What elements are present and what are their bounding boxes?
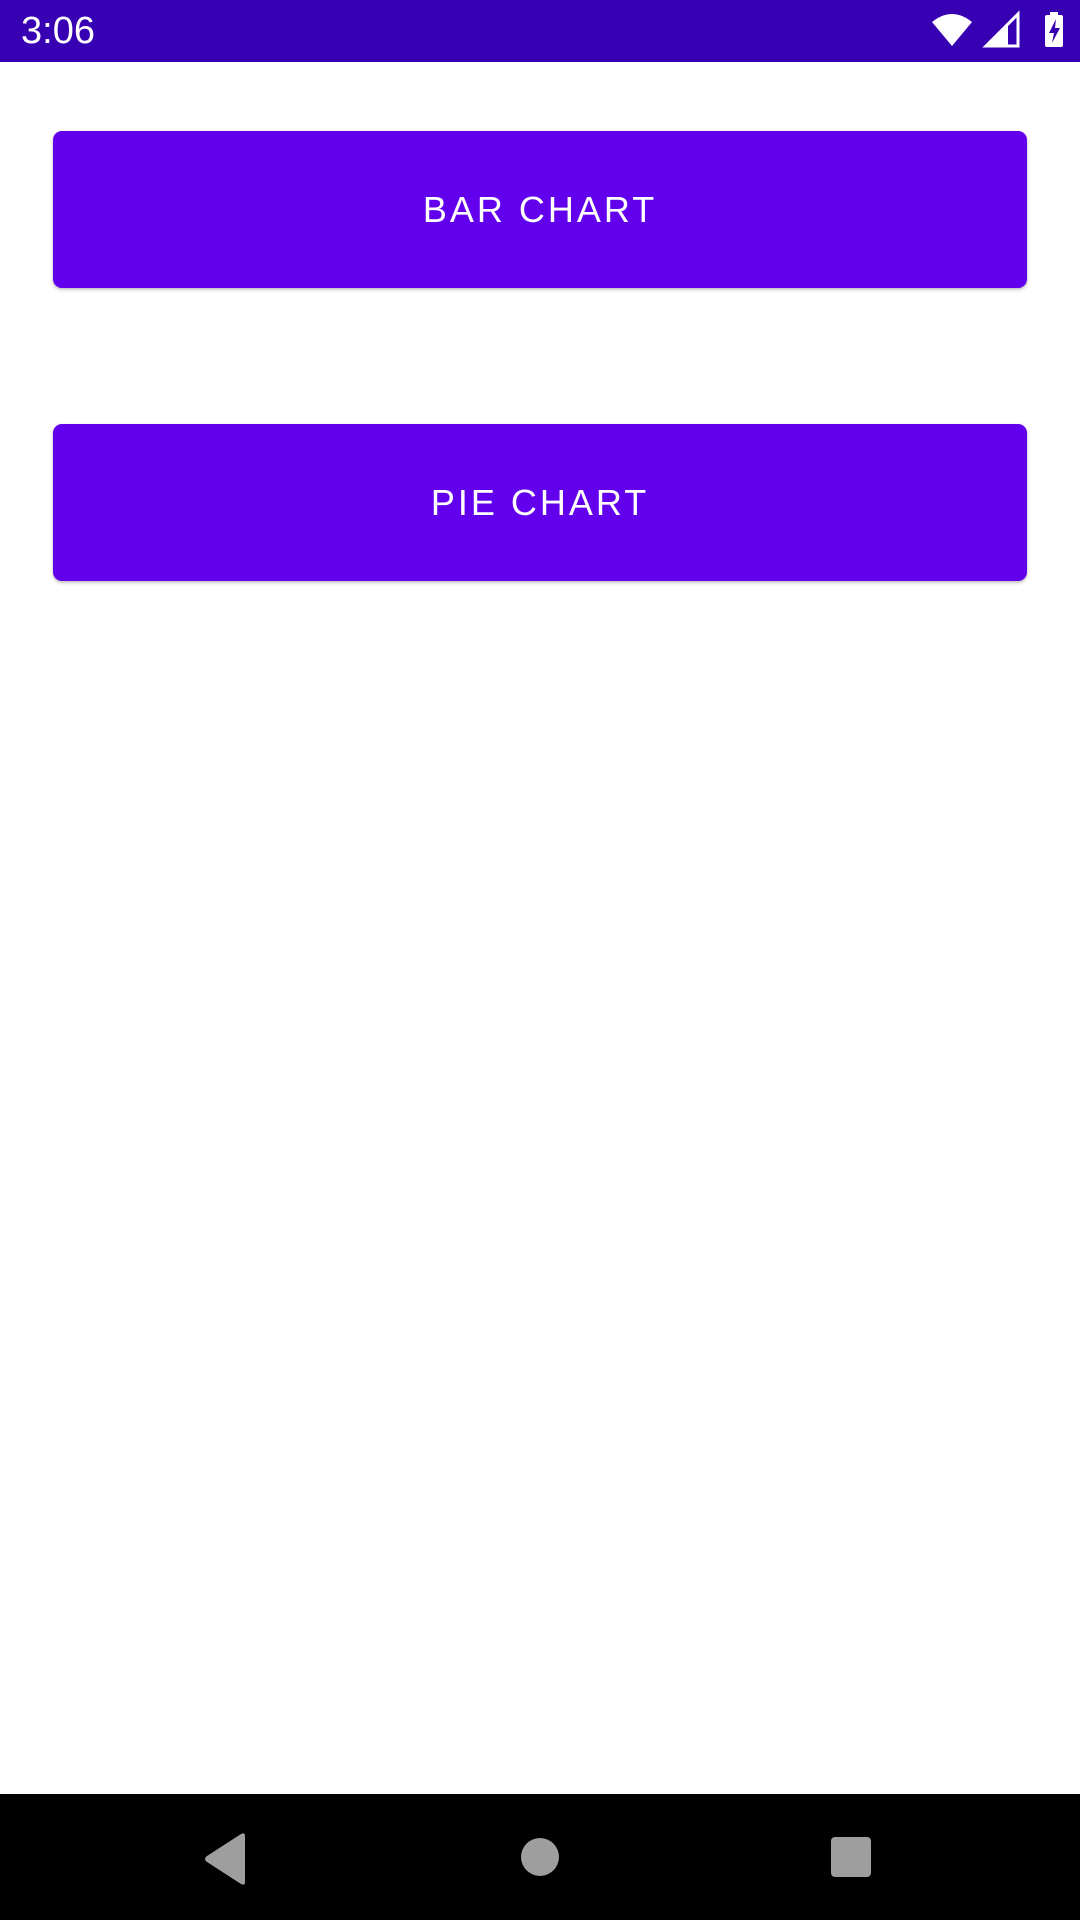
- main-content: BAR CHART PIE CHART: [0, 62, 1080, 1794]
- status-icons: [930, 0, 1080, 62]
- home-icon: [521, 1838, 559, 1876]
- navigation-bar: [0, 1794, 1080, 1920]
- status-time: 3:06: [21, 10, 95, 52]
- status-bar: 3:06: [0, 0, 1080, 62]
- back-icon: [205, 1833, 245, 1885]
- cell-signal-icon: [982, 10, 1020, 48]
- pie-chart-button[interactable]: PIE CHART: [53, 424, 1027, 581]
- recents-icon: [831, 1837, 871, 1877]
- wifi-icon: [932, 14, 972, 46]
- nav-recents-button[interactable]: [787, 1794, 913, 1920]
- battery-charging-icon: [1045, 12, 1063, 47]
- nav-back-button[interactable]: [163, 1794, 289, 1920]
- bar-chart-button[interactable]: BAR CHART: [53, 131, 1027, 288]
- nav-home-button[interactable]: [477, 1794, 603, 1920]
- app-screen: 3:06 BAR CHART PIE CHART: [0, 0, 1080, 1920]
